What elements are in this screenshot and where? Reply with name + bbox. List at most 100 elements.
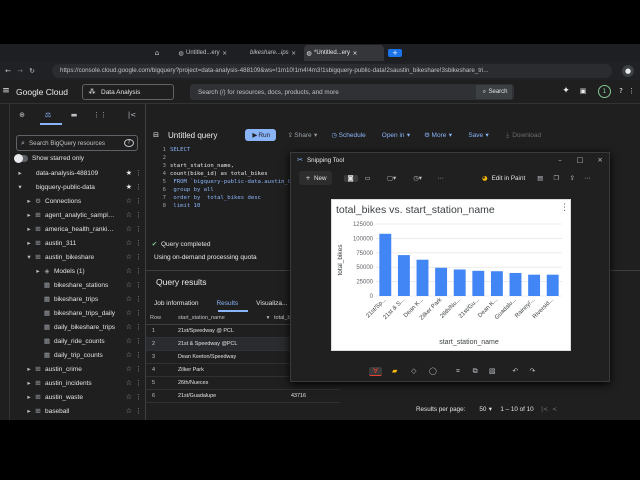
run-button[interactable]: ▶ Run [245, 129, 277, 141]
code-line[interactable]: order by total_bikes desc [170, 194, 310, 202]
more-vert-icon[interactable]: ⋮ [135, 211, 142, 219]
code-line[interactable]: SELECT [170, 146, 310, 154]
expand-arrow-icon[interactable]: ▸ [34, 267, 42, 275]
tree-item[interactable]: ▾ ⊞ austin_bikeshare ☆ ⋮ [10, 250, 146, 264]
tab-visualization[interactable]: Visualiza... [256, 300, 287, 307]
tree-item[interactable]: ▸ ⊞ agent_analytic_sample_... ☆ ⋮ [10, 208, 146, 222]
expand-arrow-icon[interactable]: ▾ [25, 253, 33, 261]
edit-in-paint-button[interactable]: ◕ Edit in Paint [480, 175, 525, 182]
toggle-switch[interactable] [14, 153, 28, 163]
more-vert-icon[interactable]: ⋮ [135, 295, 142, 303]
bar[interactable] [546, 274, 559, 296]
tree-item[interactable]: ▸ ⊞ austin_311 ☆ ⋮ [10, 236, 146, 250]
collapse-icon[interactable]: |< [126, 111, 138, 119]
more-vert-icon[interactable]: ⋯ [583, 175, 591, 182]
tree-item[interactable]: ▸ ⊞ america_health_rankings ☆ ⋮ [10, 222, 146, 236]
gemini-icon[interactable]: ✦ [560, 86, 572, 96]
schedule-button[interactable]: ◷ Schedule [330, 131, 365, 139]
maximize-icon[interactable]: □ [575, 156, 585, 164]
code-line[interactable]: group by all [170, 186, 310, 194]
tree-item[interactable]: ▸ ⊞ baseball ☆ ⋮ [10, 404, 146, 418]
star-icon[interactable]: ☆ [126, 225, 132, 233]
help-icon[interactable]: ? [124, 139, 134, 147]
bar[interactable] [528, 274, 541, 296]
star-icon[interactable]: ★ [126, 183, 132, 191]
star-icon[interactable]: ☆ [126, 309, 132, 317]
expand-arrow-icon[interactable]: ▸ [25, 211, 33, 219]
sort-arrow-icon[interactable]: ▾ [264, 315, 272, 321]
redo-icon[interactable]: ↷ [526, 367, 539, 375]
star-icon[interactable]: ☆ [126, 281, 132, 289]
expand-arrow-icon[interactable]: ▸ [25, 407, 33, 415]
forward-icon[interactable]: → [14, 67, 26, 75]
text-actions-icon[interactable]: ⧉ [469, 367, 482, 376]
timer-icon[interactable]: ◷▾ [410, 175, 426, 182]
star-icon[interactable]: ☆ [126, 197, 132, 205]
per-page-select[interactable]: 50 [479, 406, 486, 413]
video-icon[interactable]: ▭ [362, 175, 374, 182]
star-icon[interactable]: ☆ [126, 351, 132, 359]
gc-search-button[interactable]: ⌕ Search [476, 85, 512, 99]
help-icon[interactable]: ? [618, 87, 624, 95]
bar[interactable] [490, 271, 503, 296]
eraser-icon[interactable]: ◇ [407, 367, 420, 375]
star-icon[interactable]: ☆ [126, 267, 132, 275]
browser-tab-1[interactable]: ◍ Untitled...ery × [176, 46, 240, 60]
share-icon[interactable]: ⇪ [567, 175, 577, 182]
undo-icon[interactable]: ↶ [509, 367, 522, 375]
tree-item[interactable]: ▦ daily_trip_counts ☆ ⋮ [10, 348, 146, 362]
browser-tab-3[interactable]: ◍ *Untitled...ery × [304, 45, 384, 61]
ballpoint-pen-icon[interactable]: ∀ [369, 366, 383, 376]
star-icon[interactable]: ☆ [126, 295, 132, 303]
tab-job-information[interactable]: Job information [154, 300, 198, 307]
expand-arrow-icon[interactable]: ▸ [25, 379, 33, 387]
tree-item[interactable]: ▸ ⊞ austin_waste ☆ ⋮ [10, 390, 146, 404]
back-icon[interactable]: ← [2, 67, 14, 75]
tree-item[interactable]: ▸ data-analysis-488109 ★ ⋮ [10, 166, 146, 180]
close-icon[interactable]: × [220, 50, 230, 57]
more-vert-icon[interactable]: ⋮ [135, 365, 142, 373]
tree-item[interactable]: ▾ bigquery-public-data ★ ⋮ [10, 180, 146, 194]
new-tab-icon[interactable]: + [388, 49, 402, 57]
explorer-search-box[interactable]: ⌕ Search BigQuery resources ? [16, 135, 138, 151]
star-icon[interactable]: ☆ [126, 323, 132, 331]
download-button[interactable]: ⤓ Download [503, 131, 541, 140]
redact-icon[interactable]: ▧ [486, 367, 499, 375]
tree-item[interactable]: ▸ ◈ Models (1) ☆ ⋮ [10, 264, 146, 278]
pipeline-icon[interactable]: ⚖ [38, 111, 58, 119]
tree-item[interactable]: ▦ bikeshare_trips_daily ☆ ⋮ [10, 306, 146, 320]
url-field[interactable]: https://console.cloud.google.com/bigquer… [52, 64, 612, 78]
star-icon[interactable]: ☆ [126, 337, 132, 345]
more-vert-icon[interactable]: ⋮ [135, 281, 142, 289]
first-page-icon[interactable]: |< [540, 406, 550, 413]
expand-arrow-icon[interactable]: ▸ [25, 239, 33, 247]
tree-item[interactable]: ▸ ⚙ Connections ☆ ⋮ [10, 194, 146, 208]
star-icon[interactable]: ☆ [126, 239, 132, 247]
code-line[interactable] [170, 154, 310, 162]
more-icon[interactable]: ⋯ [436, 175, 446, 182]
more-vert-icon[interactable]: ⋮ [135, 169, 142, 177]
bar[interactable] [379, 233, 392, 296]
highlighter-icon[interactable]: ▰ [388, 367, 401, 375]
close-icon[interactable]: × [350, 50, 360, 57]
tab-results[interactable]: Results [216, 300, 238, 307]
more-vert-icon[interactable]: ⋮ [135, 351, 142, 359]
bar[interactable] [509, 272, 522, 296]
home-icon[interactable]: ⌂ [152, 49, 162, 57]
bar[interactable] [472, 270, 485, 296]
explore-icon[interactable]: ⊕ [12, 111, 32, 119]
folder-icon[interactable]: ▬ [64, 111, 84, 119]
project-picker[interactable]: ⁂ Data Analysis [82, 84, 174, 100]
save-button[interactable]: Save ▾ [468, 131, 491, 139]
gc-brand[interactable]: Google Cloud [16, 87, 68, 97]
more-vert-icon[interactable]: ⋮ [135, 393, 142, 401]
tree-item[interactable]: ▦ daily_ride_counts ☆ ⋮ [10, 334, 146, 348]
more-vert-icon[interactable]: ⋮ [135, 379, 142, 387]
close-icon[interactable]: × [595, 156, 605, 164]
more-vert-icon[interactable]: ⋮ [135, 239, 142, 247]
star-icon[interactable]: ☆ [126, 211, 132, 219]
tree-item[interactable]: ▸ ⊞ austin_incidents ☆ ⋮ [10, 376, 146, 390]
expand-arrow-icon[interactable]: ▸ [25, 365, 33, 373]
expand-arrow-icon[interactable]: ▸ [25, 225, 33, 233]
save-icon[interactable]: ▤ [535, 175, 545, 182]
